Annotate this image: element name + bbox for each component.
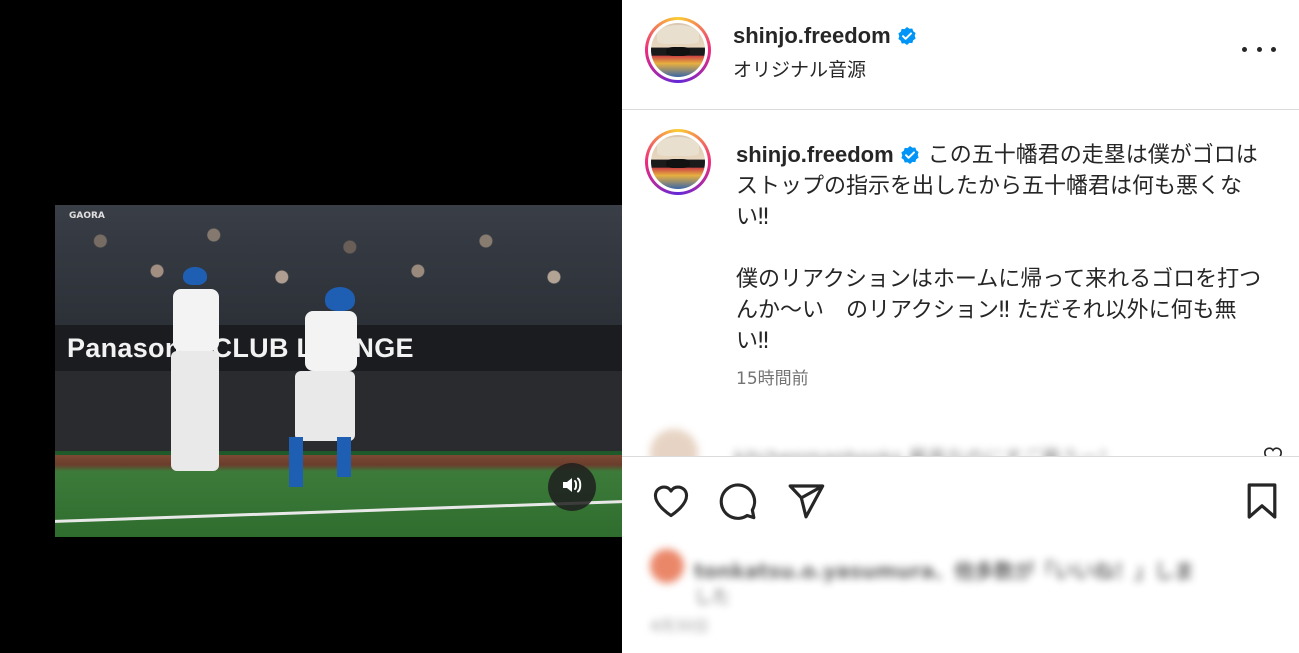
like-button[interactable] <box>650 481 692 523</box>
heart-icon <box>650 485 692 523</box>
video-player[interactable]: GAORA Panasonic CLUB LOUNGE <box>55 205 622 537</box>
blurred-comment: kitchenmanbooks 最高なのにすご最うー！ <box>650 429 1290 456</box>
verified-icon <box>900 143 920 164</box>
header-username[interactable]: shinjo.freedom <box>733 23 891 48</box>
caption-username[interactable]: shinjo.freedom <box>736 142 894 167</box>
header-username-row: shinjo.freedom <box>733 23 917 49</box>
post-date: 4月30日 <box>650 617 709 635</box>
comment-text: kitchenmanbooks 最高なのにすご最うー！ <box>734 443 1118 456</box>
share-button[interactable] <box>786 481 826 525</box>
comment-icon <box>718 483 758 525</box>
comment-like-icon[interactable] <box>1262 445 1284 456</box>
bookmark-icon <box>1246 483 1278 525</box>
likes-section: tonkatsu.o.yasumura、他多数が「いいね！」しま した 4月30… <box>650 545 1290 645</box>
caption-text-block: shinjo.freedom この五十幡君の走塁は僕がゴロはストップの指示を出した… <box>736 139 1266 357</box>
save-button[interactable] <box>1246 481 1278 525</box>
timestamp[interactable]: 15時間前 <box>736 364 809 389</box>
coach-figure <box>167 267 225 487</box>
comment-button[interactable] <box>718 481 758 525</box>
action-bar <box>622 456 1299 542</box>
mute-button[interactable] <box>548 463 596 511</box>
likes-text[interactable]: tonkatsu.o.yasumura、他多数が「いいね！」しま <box>694 555 1194 584</box>
post-header: shinjo.freedom オリジナル音源 <box>622 0 1299 110</box>
media-panel: GAORA Panasonic CLUB LOUNGE <box>0 0 622 653</box>
caption-section: shinjo.freedom この五十幡君の走塁は僕がゴロはストップの指示を出した… <box>622 111 1299 456</box>
speaker-icon <box>561 475 583 499</box>
verified-icon <box>897 26 917 46</box>
caption-text: この五十幡君の走塁は僕がゴロはストップの指示を出したから五十幡君は何も悪くない‼… <box>736 143 1262 354</box>
audio-label[interactable]: オリジナル音源 <box>733 55 866 82</box>
runner-figure <box>277 287 367 502</box>
more-horizontal-icon <box>1242 46 1276 52</box>
caption-avatar[interactable] <box>645 129 711 195</box>
likes-text-continued: した <box>694 587 730 608</box>
more-options-button[interactable] <box>1242 34 1276 64</box>
post-details-panel: shinjo.freedom オリジナル音源 shinjo.freedom この五… <box>622 0 1299 653</box>
send-icon <box>786 484 826 525</box>
liker-avatar <box>650 549 684 583</box>
comment-avatar <box>650 429 698 456</box>
avatar[interactable] <box>645 17 711 83</box>
channel-logo: GAORA <box>69 211 105 221</box>
